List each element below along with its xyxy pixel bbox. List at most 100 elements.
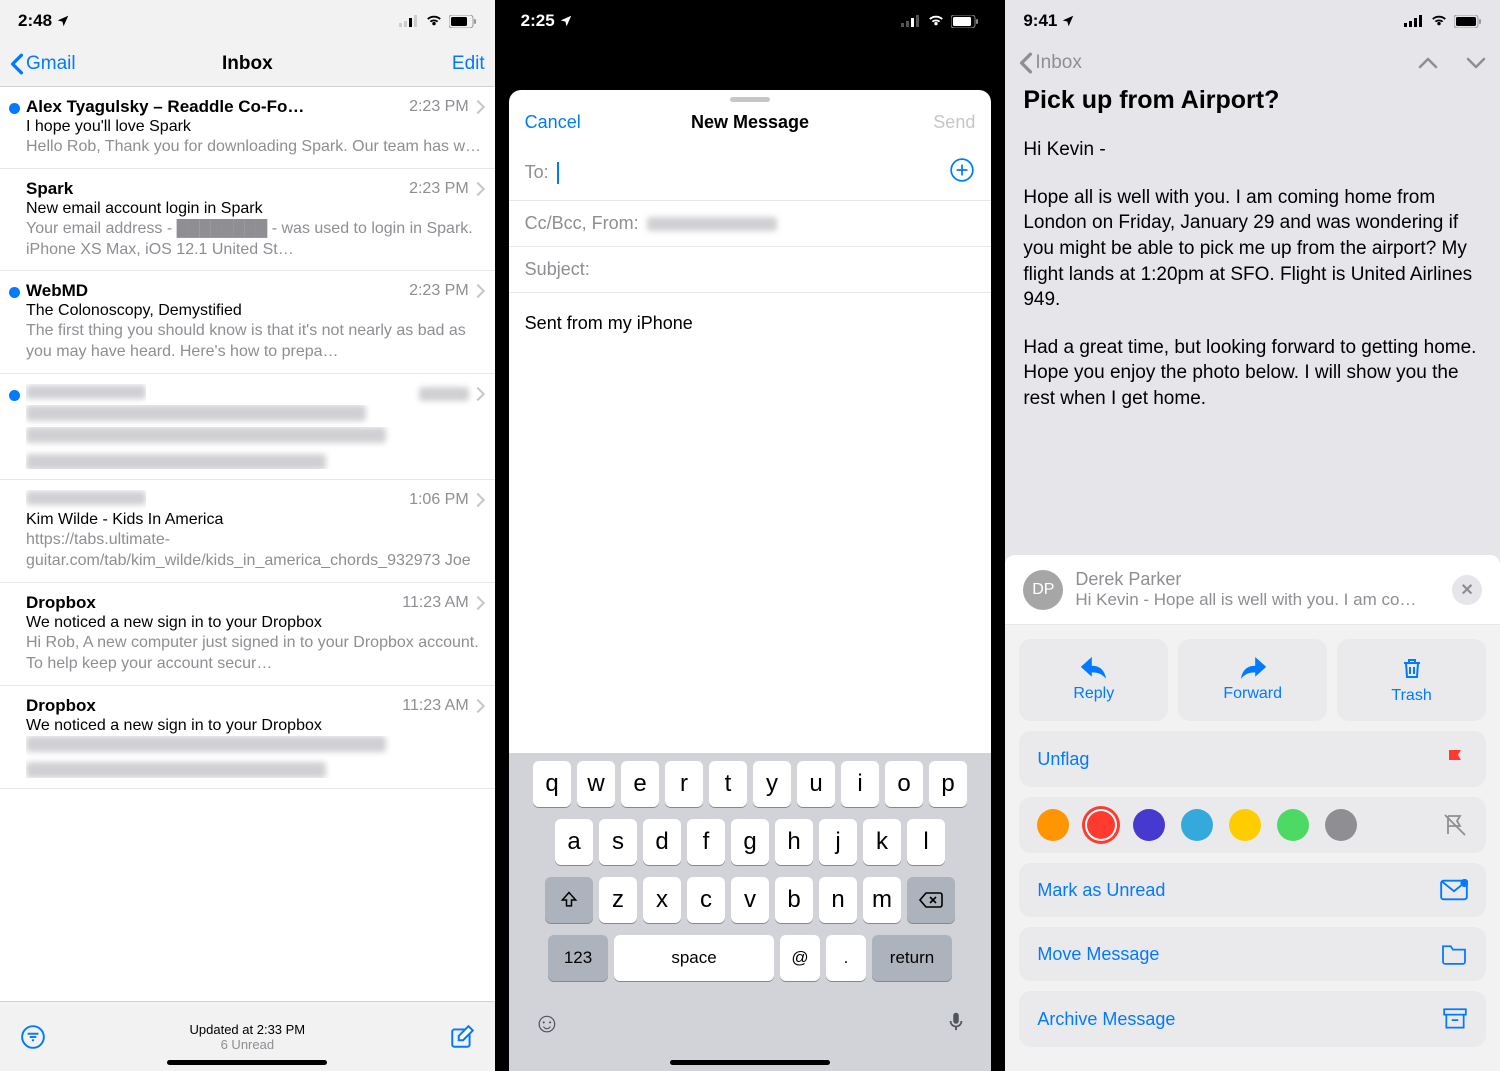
key-p[interactable]: p xyxy=(929,761,967,807)
page-title: Inbox xyxy=(222,53,273,75)
move-message-row[interactable]: Move Message xyxy=(1019,927,1486,981)
archive-icon xyxy=(1442,1007,1468,1031)
status-time-text: 2:25 xyxy=(521,11,555,31)
mail-row[interactable]: Alex Tyagulsky – Readdle Co-Fou…2:23 PMI… xyxy=(0,87,495,169)
archive-label: Archive Message xyxy=(1037,1009,1175,1030)
key-l[interactable]: l xyxy=(907,819,945,865)
body-para-2: Had a great time, but looking forward to… xyxy=(1023,335,1482,412)
subject-field[interactable]: Subject: xyxy=(509,247,992,293)
mail-row[interactable]: Spark2:23 PMNew email account login in S… xyxy=(0,169,495,272)
key-k[interactable]: k xyxy=(863,819,901,865)
key-return[interactable]: return xyxy=(872,935,952,981)
status-icons xyxy=(1404,15,1482,28)
emoji-key[interactable]: ☺ xyxy=(533,1007,562,1039)
forward-button[interactable]: Forward xyxy=(1178,639,1327,721)
move-label: Move Message xyxy=(1037,944,1159,965)
shift-key[interactable] xyxy=(545,877,593,923)
home-indicator[interactable] xyxy=(670,1060,830,1065)
flag-color-option[interactable] xyxy=(1229,809,1261,841)
key-x[interactable]: x xyxy=(643,877,681,923)
chevron-up-icon[interactable] xyxy=(1418,56,1438,70)
key-@[interactable]: @ xyxy=(780,935,820,981)
key-r[interactable]: r xyxy=(665,761,703,807)
chevron-down-icon[interactable] xyxy=(1466,56,1486,70)
filter-icon[interactable] xyxy=(20,1024,46,1050)
back-button[interactable]: Inbox xyxy=(1019,52,1081,74)
to-field[interactable]: To: xyxy=(509,145,992,201)
close-button[interactable]: ✕ xyxy=(1452,575,1482,605)
key-g[interactable]: g xyxy=(731,819,769,865)
reply-icon xyxy=(1080,657,1108,679)
battery-icon xyxy=(1454,15,1482,28)
flag-color-option[interactable] xyxy=(1037,809,1069,841)
key-c[interactable]: c xyxy=(687,877,725,923)
mail-sender: Alex Tyagulsky – Readdle Co-Fou… xyxy=(26,97,306,117)
mail-row[interactable]: Dropbox11:23 AMWe noticed a new sign in … xyxy=(0,686,495,789)
wifi-icon xyxy=(927,15,945,27)
mail-row[interactable]: 1:06 PMKim Wilde - Kids In Americahttps:… xyxy=(0,480,495,583)
key-e[interactable]: e xyxy=(621,761,659,807)
key-b[interactable]: b xyxy=(775,877,813,923)
mark-unread-row[interactable]: Mark as Unread xyxy=(1019,863,1486,917)
flag-color-option[interactable] xyxy=(1085,809,1117,841)
chevron-right-icon xyxy=(471,100,485,114)
color-options xyxy=(1037,809,1357,841)
plus-circle-icon xyxy=(949,157,975,183)
mail-list[interactable]: Alex Tyagulsky – Readdle Co-Fou…2:23 PMI… xyxy=(0,86,495,1001)
key-w[interactable]: w xyxy=(577,761,615,807)
key-y[interactable]: y xyxy=(753,761,791,807)
key-t[interactable]: t xyxy=(709,761,747,807)
flag-color-option[interactable] xyxy=(1133,809,1165,841)
key-i[interactable]: i xyxy=(841,761,879,807)
key-space[interactable]: space xyxy=(614,935,774,981)
mic-icon[interactable] xyxy=(945,1007,967,1035)
key-m[interactable]: m xyxy=(863,877,901,923)
compose-title: New Message xyxy=(691,112,809,133)
key-a[interactable]: a xyxy=(555,819,593,865)
mail-time: 11:23 AM xyxy=(402,697,482,715)
signature-text: Sent from my iPhone xyxy=(525,313,976,334)
key-.[interactable]: . xyxy=(826,935,866,981)
home-indicator[interactable] xyxy=(167,1060,327,1065)
mail-row[interactable]: WebMD2:23 PMThe Colonoscopy, Demystified… xyxy=(0,271,495,374)
cellular-icon xyxy=(399,15,419,27)
key-v[interactable]: v xyxy=(731,877,769,923)
sheet-header: DP Derek Parker Hi Kevin - Hope all is w… xyxy=(1005,555,1500,625)
key-123[interactable]: 123 xyxy=(548,935,608,981)
back-button[interactable]: Gmail xyxy=(10,53,76,75)
key-d[interactable]: d xyxy=(643,819,681,865)
key-o[interactable]: o xyxy=(885,761,923,807)
trash-button[interactable]: Trash xyxy=(1337,639,1486,721)
reply-button[interactable]: Reply xyxy=(1019,639,1168,721)
battery-icon xyxy=(951,15,979,28)
clear-flag-icon[interactable] xyxy=(1442,813,1468,837)
mail-row[interactable] xyxy=(0,374,495,480)
chevron-right-icon xyxy=(471,493,485,507)
message-body[interactable]: Sent from my iPhone xyxy=(509,293,992,753)
add-contact-button[interactable] xyxy=(949,157,975,188)
cancel-button[interactable]: Cancel xyxy=(525,112,581,133)
compose-icon[interactable] xyxy=(449,1024,475,1050)
flag-color-option[interactable] xyxy=(1277,809,1309,841)
flag-color-option[interactable] xyxy=(1181,809,1213,841)
key-f[interactable]: f xyxy=(687,819,725,865)
send-button[interactable]: Send xyxy=(933,112,975,133)
sender-preview: Hi Kevin - Hope all is well with you. I … xyxy=(1075,590,1416,610)
key-u[interactable]: u xyxy=(797,761,835,807)
key-s[interactable]: s xyxy=(599,819,637,865)
flag-color-option[interactable] xyxy=(1325,809,1357,841)
key-n[interactable]: n xyxy=(819,877,857,923)
mail-sender: WebMD xyxy=(26,281,88,301)
mail-row[interactable]: Dropbox11:23 AMWe noticed a new sign in … xyxy=(0,583,495,686)
status-icons xyxy=(901,15,979,28)
ccbcc-field[interactable]: Cc/Bcc, From: xyxy=(509,201,992,247)
key-q[interactable]: q xyxy=(533,761,571,807)
edit-button[interactable]: Edit xyxy=(452,53,485,75)
backspace-key[interactable] xyxy=(907,877,955,923)
key-h[interactable]: h xyxy=(775,819,813,865)
archive-row[interactable]: Archive Message xyxy=(1019,991,1486,1047)
unflag-row[interactable]: Unflag xyxy=(1019,731,1486,787)
key-j[interactable]: j xyxy=(819,819,857,865)
key-z[interactable]: z xyxy=(599,877,637,923)
battery-icon xyxy=(449,15,477,28)
